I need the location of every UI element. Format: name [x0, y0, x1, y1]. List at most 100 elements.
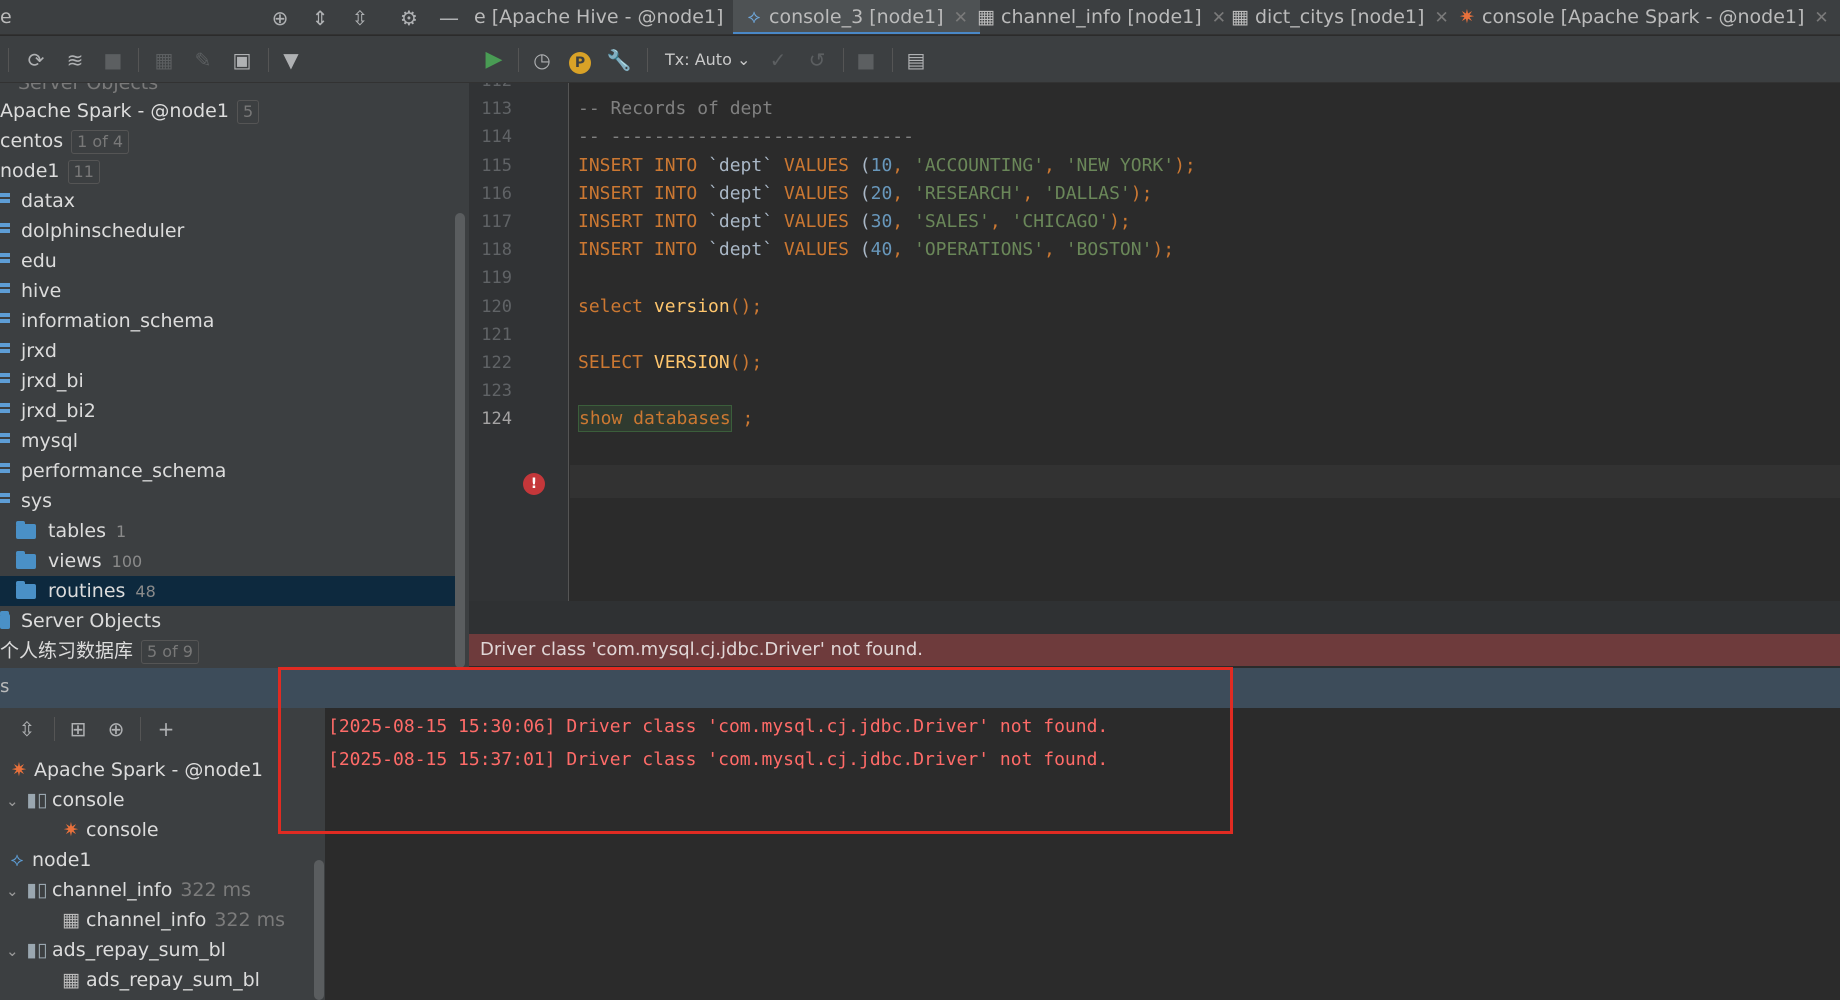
- code-token: INSERT INTO: [578, 155, 709, 176]
- code-token: 30: [870, 211, 893, 232]
- schema-icon: [0, 313, 10, 329]
- close-icon[interactable]: ✕: [954, 8, 968, 28]
- code-line: select version();: [578, 296, 762, 317]
- service-item-ads-repay-result[interactable]: ▦ ads_repay_sum_bl: [60, 965, 260, 995]
- code-token: ,: [892, 155, 914, 176]
- filter-icon[interactable]: ▼: [278, 47, 304, 73]
- service-item-channel-info-result[interactable]: ▦ channel_info 322 ms: [60, 905, 285, 935]
- close-icon[interactable]: ✕: [1212, 8, 1226, 28]
- schema-icon: [0, 193, 10, 209]
- collapse-icon[interactable]: ⇳: [14, 716, 40, 742]
- tree-item-label: centos: [0, 130, 64, 152]
- tree-item-practice-db[interactable]: 个人练习数据库 5 of 9: [0, 636, 458, 666]
- tree-item-server-objects[interactable]: Server Objects: [0, 606, 458, 636]
- p-icon[interactable]: P: [567, 47, 593, 74]
- sync-schema-icon[interactable]: ≋: [62, 47, 88, 73]
- code-token: -- Records of dept: [578, 98, 774, 119]
- tree-item-schema[interactable]: datax: [0, 186, 458, 216]
- code-token: );: [1152, 239, 1175, 260]
- crosshair-icon[interactable]: ⊕: [268, 6, 292, 30]
- tree-item-schema[interactable]: hive: [0, 276, 458, 306]
- stop-icon[interactable]: ■: [100, 47, 126, 73]
- refresh-icon[interactable]: ⟳: [23, 47, 49, 73]
- folder-icon: [16, 581, 36, 599]
- code-editor[interactable]: 112113114115116117118119120121122123124 …: [469, 83, 1840, 601]
- tree-scrollbar[interactable]: [455, 213, 465, 668]
- tab-dict-citys[interactable]: ▦ dict_citys [node1] ✕: [1231, 0, 1449, 34]
- rollback-icon[interactable]: ↺: [804, 47, 830, 73]
- code-token: `dept`: [708, 239, 784, 260]
- add-icon[interactable]: +: [153, 716, 179, 742]
- tree-item-schema[interactable]: sys: [0, 486, 458, 516]
- code-token: INSERT INTO: [578, 239, 709, 260]
- results-icon[interactable]: ▤: [903, 47, 929, 73]
- edit-icon[interactable]: ✎: [190, 47, 216, 73]
- service-item-channel-info[interactable]: ⌄ ▮▯ channel_info 322 ms: [6, 875, 251, 905]
- code-token: INSERT INTO: [578, 183, 709, 204]
- collapse-all-icon[interactable]: ⇳: [348, 6, 372, 30]
- close-icon[interactable]: ✕: [1434, 8, 1448, 28]
- tree-item-schema[interactable]: jrxd: [0, 336, 458, 366]
- tab-console-spark[interactable]: ✷ console [Apache Spark - @node1] ✕: [1458, 0, 1829, 34]
- history-icon[interactable]: ◷: [529, 47, 555, 73]
- tab-apache-hive[interactable]: e [Apache Hive - @node1]✕: [474, 0, 748, 34]
- tab-label: channel_info [node1]: [1001, 6, 1202, 28]
- minimize-icon[interactable]: —: [437, 6, 461, 30]
- close-icon[interactable]: ✕: [1814, 8, 1828, 28]
- tree-item-tables[interactable]: tables 1: [0, 516, 458, 546]
- tree-item-node1[interactable]: node1 11: [0, 156, 458, 186]
- tree-item-label: views: [48, 550, 102, 572]
- new-group-icon[interactable]: ⊕: [103, 716, 129, 742]
- tree-item-schema[interactable]: jrxd_bi: [0, 366, 458, 396]
- code-token: VERSION: [653, 352, 730, 373]
- chevron-down-icon[interactable]: ⌄: [6, 786, 26, 816]
- tab-console-3[interactable]: ⟡ console_3 [node1] ✕: [733, 0, 980, 34]
- line-number: 114: [481, 127, 512, 147]
- tree-item-schema[interactable]: mysql: [0, 426, 458, 456]
- code-token: (: [859, 155, 871, 176]
- duration-label: 322 ms: [180, 879, 252, 901]
- folder-icon: [16, 521, 36, 539]
- commit-icon[interactable]: ✓: [765, 47, 791, 73]
- services-scrollbar[interactable]: [314, 860, 324, 1000]
- stop-icon[interactable]: ■: [853, 47, 879, 73]
- current-line-highlight: [570, 465, 1840, 498]
- tree-item-routines[interactable]: routines 48: [0, 576, 458, 606]
- table-icon[interactable]: ▦: [151, 47, 177, 73]
- group-icon[interactable]: ⊞: [65, 716, 91, 742]
- code-token: );: [1174, 155, 1196, 176]
- error-icon[interactable]: !: [523, 473, 545, 495]
- tree-item-views[interactable]: views 100: [0, 546, 458, 576]
- tree-item-apache-spark[interactable]: Apache Spark - @node1 5: [0, 96, 458, 126]
- line-number: 112: [469, 83, 512, 91]
- tree-item-schema[interactable]: performance_schema: [0, 456, 458, 486]
- expand-all-icon[interactable]: ⇕: [308, 6, 332, 30]
- service-item-console-session[interactable]: ✷ console: [60, 815, 159, 845]
- service-item-apache-spark[interactable]: ✷ Apache Spark - @node1: [8, 755, 263, 785]
- tx-mode-dropdown[interactable]: Tx: Auto ⌄: [665, 50, 750, 69]
- code-token: );: [1109, 211, 1131, 232]
- service-item-console[interactable]: ⌄ ▮▯ console: [6, 785, 125, 815]
- tree-item-schema[interactable]: jrxd_bi2: [0, 396, 458, 426]
- count-badge: 5 of 9: [141, 639, 199, 664]
- tree-item-schema[interactable]: information_schema: [0, 306, 458, 336]
- chevron-down-icon[interactable]: ⌄: [6, 936, 26, 966]
- service-label: ads_repay_sum_bl: [52, 939, 226, 961]
- tree-item-schema[interactable]: edu: [0, 246, 458, 276]
- tree-item-schema[interactable]: dolphinscheduler: [0, 216, 458, 246]
- chevron-down-icon[interactable]: ⌄: [6, 876, 26, 906]
- line-number: 118: [481, 240, 512, 260]
- tree-item-centos[interactable]: centos 1 of 4: [0, 126, 458, 156]
- tab-channel-info[interactable]: ▦ channel_info [node1] ✕: [977, 0, 1226, 34]
- run-icon[interactable]: ▶: [481, 47, 507, 73]
- gear-icon[interactable]: ⚙: [397, 6, 421, 30]
- code-token: 10: [870, 155, 893, 176]
- tree-item-label: jrxd_bi2: [21, 400, 96, 422]
- code-token: 'RESEARCH': [913, 183, 1023, 204]
- code-line: INSERT INTO `dept` VALUES (40, 'OPERATIO…: [578, 239, 1174, 260]
- service-item-ads-repay[interactable]: ⌄ ▮▯ ads_repay_sum_bl: [6, 935, 226, 965]
- wrench-icon[interactable]: 🔧: [606, 47, 632, 73]
- code-token: ,: [1022, 183, 1045, 204]
- service-item-node1[interactable]: ⟡ node1: [6, 845, 92, 875]
- query-console-icon[interactable]: ▣: [229, 47, 255, 73]
